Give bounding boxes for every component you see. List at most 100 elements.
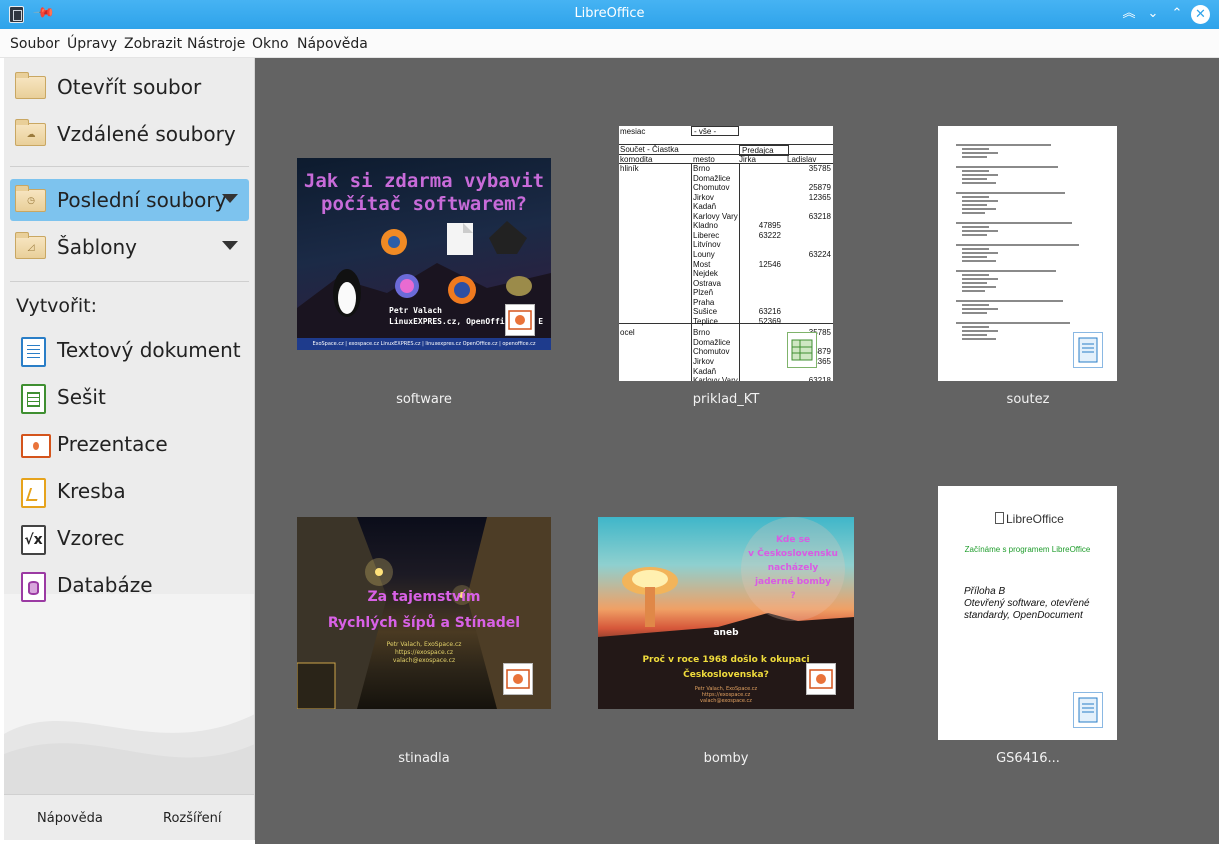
chevron-down-icon[interactable] [222, 241, 238, 250]
spreadsheet-cell: Karlovy Vary [693, 211, 738, 221]
spreadsheet-row: Litvínov [619, 240, 833, 250]
chevron-down-icon[interactable] [222, 194, 238, 203]
recent-file-thumbnail-stinadla[interactable]: Za tajemstvím Rychlých šípů a Stínadel P… [297, 517, 551, 709]
spreadsheet-cell: 35785 [808, 164, 831, 173]
create-calc-button[interactable]: Sešit [10, 376, 249, 418]
minimize-icon[interactable]: ⌄ [1144, 5, 1162, 23]
spreadsheet-cell: Ostrava [693, 278, 722, 288]
slide-footer: ExoSpace.cz | exospace.cz LinuxEXPRES.cz… [297, 338, 551, 350]
start-center-sidebar: Otevřít soubor ☁ Vzdálené soubory ◷ Posl… [4, 58, 255, 840]
text-line [962, 274, 989, 276]
recent-file-name[interactable]: GS6416... [918, 751, 1138, 766]
menu-napoveda[interactable]: Nápověda [297, 36, 368, 52]
menu-bar: Soubor Úpravy Zobrazit Nástroje Okno Náp… [0, 29, 1219, 58]
folder-icon [15, 72, 46, 99]
create-calc-label: Sešit [57, 385, 106, 409]
help-button[interactable]: Nápověda [37, 811, 103, 826]
document-body: Příloha B Otevřený software, otevřené st… [964, 586, 1090, 621]
spreadsheet-row: Jirkov 12365 [619, 193, 833, 203]
spreadsheet-row: Liberec 63222 [619, 231, 833, 241]
open-file-label: Otevřít soubor [57, 75, 202, 99]
create-math-button[interactable]: √x Vzorec [10, 517, 249, 559]
extensions-button[interactable]: Rozšíření [163, 811, 222, 826]
text-line [962, 326, 989, 328]
spreadsheet-cell: Jirkov [693, 192, 714, 202]
spreadsheet-cell: 63216 [758, 307, 781, 317]
text-line [956, 270, 1056, 272]
text-line [962, 338, 996, 340]
text-line [962, 234, 987, 236]
spreadsheet-cell: Brno [693, 328, 710, 338]
menu-nastroje[interactable]: Nástroje [187, 36, 245, 52]
impress-file-badge-icon [503, 663, 533, 695]
spreadsheet-cell: Kladno [693, 221, 718, 231]
writer-icon [21, 337, 46, 367]
text-line [962, 248, 989, 250]
text-line [962, 204, 987, 206]
menu-upravy[interactable]: Úpravy [67, 36, 117, 52]
spreadsheet-cell: 12546 [758, 259, 781, 269]
spreadsheet-cell: Brno [693, 164, 710, 173]
text-line [962, 304, 989, 306]
spreadsheet-cell: Domažlice [693, 337, 731, 347]
menu-zobrazit[interactable]: Zobrazit [124, 36, 182, 52]
text-line [962, 312, 987, 314]
text-line [962, 178, 987, 180]
text-line [962, 212, 985, 214]
create-writer-button[interactable]: Textový dokument [10, 329, 249, 371]
text-line [956, 300, 1063, 302]
text-line [962, 200, 998, 202]
recent-files-view[interactable]: Jak si zdarma vybavit počítač softwarem?… [255, 58, 1219, 844]
spreadsheet-cell: Louny [693, 249, 715, 259]
keep-above-icon[interactable]: ︽ [1120, 5, 1138, 23]
base-icon [21, 572, 46, 602]
menu-soubor[interactable]: Soubor [10, 36, 60, 52]
spreadsheet-cell: Teplice [693, 316, 718, 326]
separator [10, 281, 249, 282]
open-file-button[interactable]: Otevřít soubor [10, 66, 249, 108]
recent-file-name[interactable]: soutez [918, 392, 1138, 407]
remote-files-button[interactable]: ☁ Vzdálené soubory [10, 113, 249, 155]
slide-subtitle-line: Petr Valach, ExoSpace.cz [386, 641, 462, 648]
text-line [962, 308, 998, 310]
recent-file-name[interactable]: bomby [616, 751, 836, 766]
slide-title-line: Rychlých šípů a Stínadel [327, 615, 521, 631]
recent-file-name[interactable]: software [314, 392, 534, 407]
text-line [956, 166, 1058, 168]
create-draw-button[interactable]: Kresba [10, 470, 249, 512]
spreadsheet-cell: Chomutov [693, 347, 730, 357]
spreadsheet-cell: Jirkov [693, 357, 714, 366]
spreadsheet-row: Praha [619, 298, 833, 308]
document-subtitle: Začínáme s programem LibreOffice [964, 545, 1091, 554]
text-line [962, 208, 996, 210]
recent-files-button[interactable]: ◷ Poslední soubory [10, 179, 249, 221]
spreadsheet-cell: 63224 [808, 249, 831, 259]
spreadsheet-row: Ostrava [619, 279, 833, 289]
maximize-icon[interactable]: ⌃ [1168, 5, 1186, 23]
calc-icon [21, 384, 46, 414]
spreadsheet-cell: Sušice [693, 307, 718, 317]
spreadsheet-cell: ocel [620, 328, 635, 338]
recent-file-thumbnail-gs6416[interactable]: LibreOffice Začínáme s programem LibreOf… [938, 486, 1117, 740]
spreadsheet-row: Most 12546 [619, 260, 833, 270]
templates-button[interactable]: ◿ Šablony [10, 226, 249, 268]
spreadsheet-cell: Liberec [693, 230, 720, 240]
menu-okno[interactable]: Okno [252, 36, 289, 52]
recent-file-thumbnail-priklad-kt[interactable]: mesiac - vše - Součet - Čiastka Predajca… [619, 126, 833, 381]
text-line [962, 334, 987, 336]
spreadsheet-row: Kadaň [619, 202, 833, 212]
impress-file-badge-icon [806, 663, 836, 695]
spreadsheet-row: Kladno 47895 [619, 221, 833, 231]
recent-file-thumbnail-soutez[interactable] [938, 126, 1117, 381]
recent-file-name[interactable]: stinadla [314, 751, 534, 766]
recent-file-thumbnail-bomby[interactable]: Kde se v Československu nacházely jadern… [598, 517, 854, 709]
text-line [962, 230, 998, 232]
create-impress-button[interactable]: Prezentace [10, 423, 249, 465]
close-icon[interactable]: ✕ [1191, 5, 1210, 24]
text-line [962, 252, 998, 254]
templates-folder-icon: ◿ [15, 232, 46, 259]
create-base-button[interactable]: Databáze [10, 564, 249, 606]
recent-file-name[interactable]: priklad_KT [616, 392, 836, 407]
text-line [962, 182, 996, 184]
recent-file-thumbnail-software[interactable]: Jak si zdarma vybavit počítač softwarem?… [297, 158, 551, 350]
